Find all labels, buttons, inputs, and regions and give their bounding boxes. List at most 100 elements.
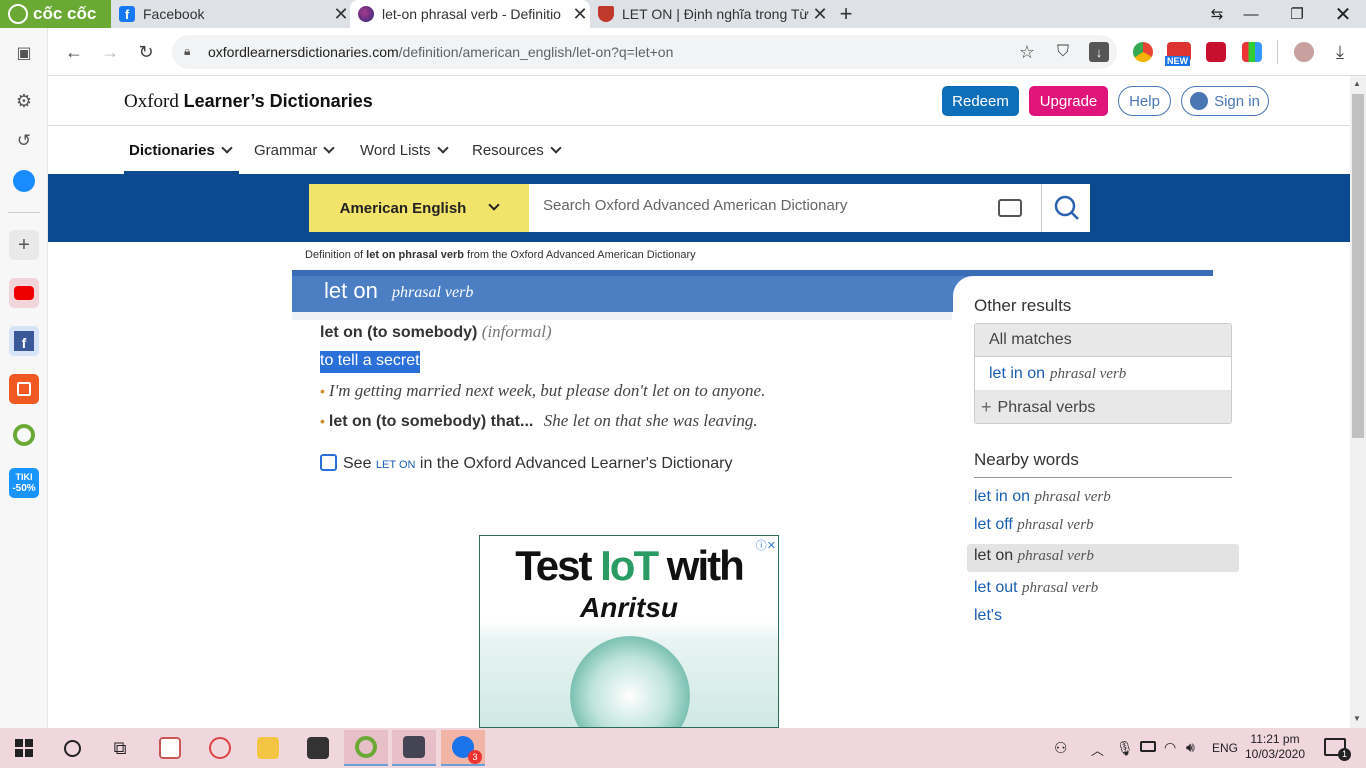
- nearby-let-in-on[interactable]: let in on phrasal verb: [974, 488, 1111, 506]
- coccoc-menu-button[interactable]: cốc cốc: [0, 0, 111, 28]
- snipping-tool-icon[interactable]: [198, 730, 242, 766]
- scroll-down-icon[interactable]: ▼: [1353, 714, 1361, 723]
- match-pos: phrasal verb: [1050, 365, 1127, 382]
- nearby-word: let out: [974, 579, 1018, 596]
- close-icon[interactable]: ✕: [810, 4, 830, 25]
- nav-dictionaries[interactable]: Dictionaries: [129, 142, 233, 159]
- upgrade-button[interactable]: Upgrade: [1029, 86, 1108, 116]
- profile-avatar-icon[interactable]: [1294, 42, 1314, 62]
- input-language[interactable]: ENG: [1212, 741, 1238, 755]
- microphone-icon[interactable]: 🎙︎: [1116, 740, 1134, 757]
- history-icon[interactable]: ↺: [9, 126, 39, 156]
- tray-chevron-up-icon[interactable]: ︿: [1091, 740, 1104, 759]
- downloads-icon[interactable]: ⤓: [1328, 40, 1352, 64]
- bookmark-star-icon[interactable]: ☆: [1015, 40, 1039, 64]
- zalo-taskbar-icon[interactable]: 3: [441, 730, 485, 766]
- people-icon[interactable]: ⚇: [1054, 739, 1067, 757]
- breadcrumb-pre: Definition of: [305, 249, 367, 261]
- phrasal-verbs-toggle[interactable]: + Phrasal verbs: [975, 390, 1231, 423]
- nav-word-lists[interactable]: Word Lists: [360, 142, 449, 159]
- search-input[interactable]: [543, 197, 973, 214]
- chevron-down-icon: [488, 199, 501, 211]
- volume-icon[interactable]: 🔊︎: [1186, 739, 1195, 756]
- tiki-icon[interactable]: TIKI -50%: [9, 468, 39, 498]
- messenger-icon[interactable]: [9, 166, 39, 196]
- minimize-button[interactable]: —: [1228, 0, 1274, 28]
- logo-oxford: Oxford: [124, 91, 184, 112]
- chevron-down-icon: [221, 142, 233, 154]
- lock-icon[interactable]: 🔒︎: [184, 44, 194, 58]
- signin-button[interactable]: Sign in: [1181, 86, 1269, 116]
- nav-label: Word Lists: [360, 142, 431, 159]
- see-also-link[interactable]: See let on in the Oxford Advanced Learne…: [320, 454, 732, 473]
- bullet-icon: •: [320, 413, 325, 429]
- nearby-word: let's: [974, 607, 1002, 624]
- shield-icon[interactable]: ⛉: [1051, 40, 1075, 64]
- nearby-word: let on: [974, 547, 1014, 564]
- shopee-icon[interactable]: [9, 374, 39, 404]
- extension-color-icon[interactable]: [1242, 42, 1262, 62]
- nearby-pos: phrasal verb: [1017, 517, 1094, 533]
- header-divider: [48, 125, 1350, 126]
- close-icon[interactable]: ✕: [331, 4, 351, 25]
- chrome-extension-icon[interactable]: [1133, 42, 1153, 62]
- extension-red-icon[interactable]: [1206, 42, 1226, 62]
- close-window-button[interactable]: ✕: [1320, 0, 1366, 28]
- help-button[interactable]: Help: [1118, 86, 1171, 116]
- battery-icon[interactable]: [1140, 741, 1156, 752]
- breadcrumb: Definition of let on phrasal verb from t…: [305, 249, 696, 261]
- back-icon[interactable]: ←: [62, 40, 86, 64]
- app-grid-icon[interactable]: [148, 730, 192, 766]
- site-logo[interactable]: Oxford Learner’s Dictionaries: [124, 91, 373, 113]
- clock-date: 10/03/2020: [1244, 747, 1306, 761]
- file-explorer-icon[interactable]: [246, 730, 290, 766]
- keyboard-icon[interactable]: [998, 199, 1022, 217]
- example-phrase: let on (to somebody) that...: [328, 413, 534, 430]
- facebook-sidebar-icon[interactable]: f: [9, 326, 39, 356]
- new-tab-button[interactable]: +: [834, 1, 858, 26]
- youtube-icon[interactable]: [9, 278, 39, 308]
- download-page-icon[interactable]: ↓: [1089, 42, 1109, 62]
- nearby-lets[interactable]: let's: [974, 607, 1002, 625]
- see-word: let on: [375, 459, 416, 471]
- windows-start-icon[interactable]: [2, 730, 46, 766]
- tab-oxford[interactable]: let-on phrasal verb - Definitio ✕: [350, 0, 590, 28]
- redeem-button[interactable]: Redeem: [942, 86, 1019, 116]
- settings-icon[interactable]: ⚙: [9, 86, 39, 116]
- task-view-icon[interactable]: ⧉: [98, 730, 142, 766]
- all-matches-toggle[interactable]: All matches: [975, 324, 1231, 357]
- extension-new-icon[interactable]: NEW: [1165, 42, 1191, 66]
- other-results-title: Other results: [974, 296, 1072, 315]
- tab-facebook[interactable]: f Facebook ✕: [111, 0, 351, 28]
- search-button[interactable]: [1041, 184, 1090, 232]
- notifications-icon[interactable]: 1: [1324, 738, 1351, 761]
- nav-grammar[interactable]: Grammar: [254, 142, 336, 159]
- calculator-taskbar-icon[interactable]: [392, 730, 436, 766]
- coccoc-sidebar-icon[interactable]: [9, 420, 39, 450]
- restore-button[interactable]: ❐: [1274, 0, 1320, 28]
- search-taskbar-icon[interactable]: [50, 730, 94, 766]
- breadcrumb-post: from the Oxford Advanced American Dictio…: [463, 249, 696, 261]
- sidebar-toggle-icon[interactable]: ▣: [9, 38, 39, 68]
- wifi-icon[interactable]: ◠: [1164, 739, 1176, 756]
- close-icon[interactable]: ✕: [570, 4, 590, 25]
- advertisement[interactable]: ⓘ✕ Test IoT with Anritsu: [479, 535, 779, 728]
- windows-logo-icon: [15, 739, 33, 757]
- match-let-in-on[interactable]: let in on phrasal verb: [975, 358, 1231, 391]
- reload-icon[interactable]: ↻: [134, 40, 158, 64]
- nav-resources[interactable]: Resources: [472, 142, 562, 159]
- nearby-let-off[interactable]: let off phrasal verb: [974, 516, 1094, 534]
- dictionary-select[interactable]: American English: [309, 184, 529, 232]
- url-text[interactable]: oxfordlearnersdictionaries.com/definitio…: [208, 44, 673, 60]
- scrollbar-thumb[interactable]: [1352, 94, 1364, 438]
- taskbar-clock[interactable]: 11:21 pm 10/03/2020: [1242, 732, 1308, 762]
- tab-cambridge[interactable]: LET ON | Định nghĩa trong Từ ✕: [590, 0, 830, 28]
- sticky-notes-icon[interactable]: [296, 730, 340, 766]
- example-1: • I'm getting married next week, but plea…: [320, 381, 765, 401]
- nav-label: Resources: [472, 142, 544, 159]
- coccoc-taskbar-icon[interactable]: [344, 730, 388, 766]
- forward-icon[interactable]: →: [98, 40, 122, 64]
- scroll-up-icon[interactable]: ▲: [1353, 79, 1361, 88]
- add-icon[interactable]: +: [9, 230, 39, 260]
- nearby-let-out[interactable]: let out phrasal verb: [974, 579, 1098, 597]
